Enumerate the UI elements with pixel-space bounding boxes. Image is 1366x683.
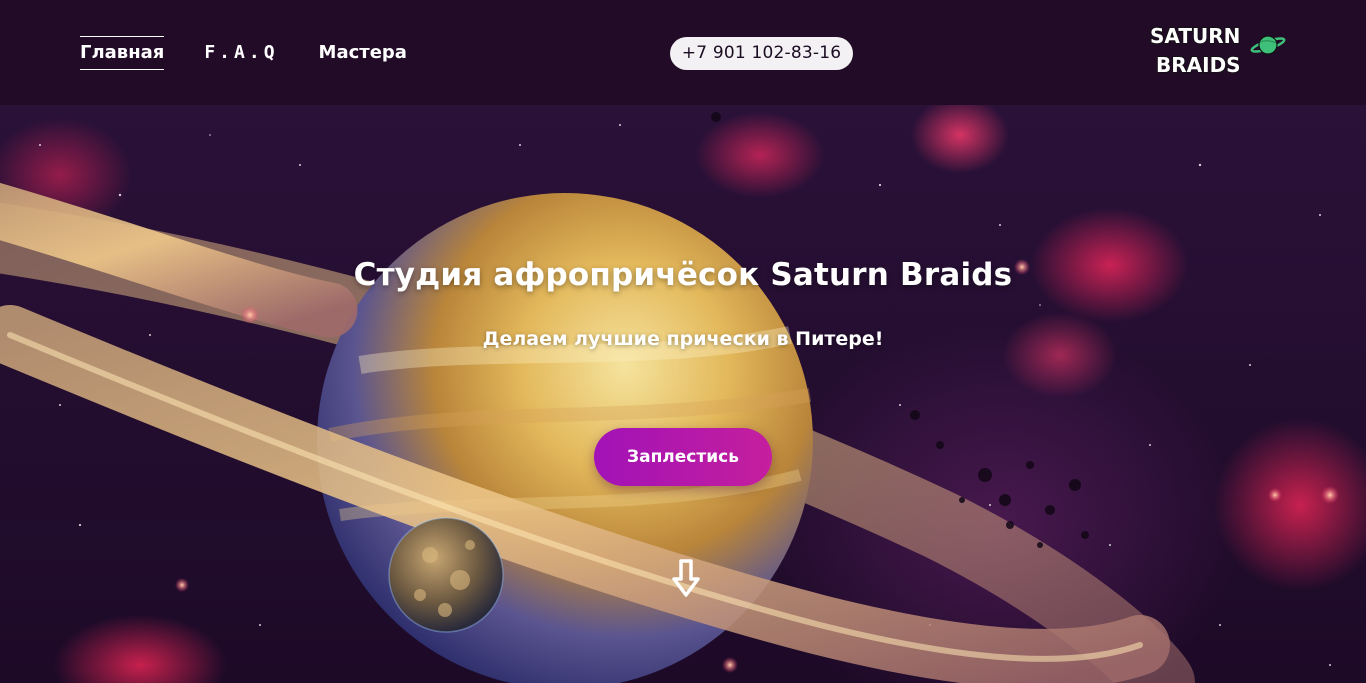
site-header: Главная F.A.Q Мастера +7 901 102-83-16 S… [0,0,1366,105]
logo-graphic: SATURN BRAIDS [1149,23,1286,78]
nav-item-home[interactable]: Главная [80,36,165,70]
arrow-down-icon[interactable] [668,557,704,601]
nav-item-masters[interactable]: Мастера [319,37,407,69]
main-nav: Главная F.A.Q Мастера [80,36,407,70]
book-button[interactable]: Заплестись [594,428,772,486]
hero-subtitle: Делаем лучшие прически в Питере! [482,328,884,350]
hero-section: Студия афропричёсок Saturn Braids Делаем… [0,105,1366,683]
phone-button[interactable]: +7 901 102-83-16 [670,37,853,70]
hero-title: Студия афропричёсок Saturn Braids [353,257,1013,293]
planet-icon [1250,35,1286,55]
site-logo[interactable]: SATURN BRAIDS [1146,22,1291,80]
nav-item-faq[interactable]: F.A.Q [204,37,278,69]
logo-text-line1: SATURN [1150,24,1240,48]
logo-text-line2: BRAIDS [1156,53,1241,77]
